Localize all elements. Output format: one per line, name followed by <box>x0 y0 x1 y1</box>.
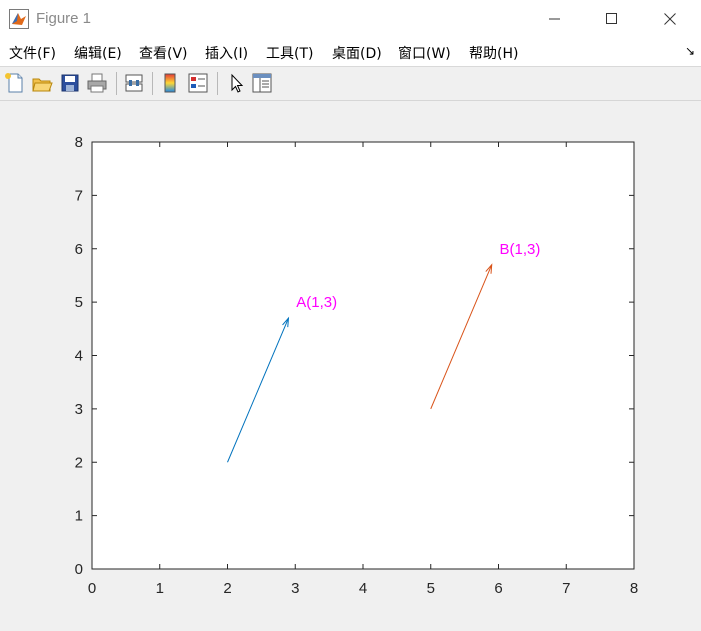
link-plot-icon[interactable] <box>123 72 145 94</box>
toolbar-separator <box>152 72 153 95</box>
toolbar <box>0 67 701 101</box>
x-tick-label: 3 <box>291 580 299 597</box>
point-label: A(1,3) <box>296 294 337 311</box>
window-title: Figure 1 <box>36 10 92 27</box>
menu-edit[interactable]: 编辑(E) <box>74 43 122 63</box>
minimize-icon <box>549 18 560 20</box>
menu-file[interactable]: 文件(F) <box>9 43 56 63</box>
menu-insert[interactable]: 插入(I) <box>205 43 248 63</box>
figure-window: Figure 1 文件(F) 编辑(E) 查看(V) 插入(I) 工具(T) 桌… <box>0 0 701 627</box>
property-inspector-icon[interactable] <box>251 72 273 94</box>
toolbar-separator <box>217 72 218 95</box>
y-tick-label: 6 <box>75 241 83 258</box>
colorbar-icon[interactable] <box>159 72 181 94</box>
x-tick-label: 4 <box>359 580 367 597</box>
title-bar[interactable]: Figure 1 <box>0 0 701 38</box>
y-tick-label: 5 <box>75 294 83 311</box>
y-tick-label: 0 <box>75 561 83 578</box>
pointer-icon[interactable] <box>225 72 247 94</box>
minimize-button[interactable] <box>532 0 578 38</box>
y-tick-label: 4 <box>75 348 83 365</box>
x-tick-label: 2 <box>223 580 231 597</box>
x-tick-label: 5 <box>427 580 435 597</box>
dock-arrow-icon[interactable]: ↘ <box>685 44 695 58</box>
point-label: B(1,3) <box>500 241 541 258</box>
x-tick-label: 6 <box>494 580 502 597</box>
close-button[interactable] <box>647 0 693 38</box>
y-tick-label: 1 <box>75 508 83 525</box>
x-tick-label: 0 <box>88 580 96 597</box>
new-figure-icon[interactable] <box>4 72 26 94</box>
y-tick-label: 2 <box>75 454 83 471</box>
menu-tools[interactable]: 工具(T) <box>266 43 313 63</box>
quiver-chart[interactable]: 0 1 2 3 4 5 6 7 8 0 1 2 3 4 5 6 7 8 A(1,3) B(1,3) <box>0 101 701 627</box>
maximize-button[interactable] <box>589 0 635 38</box>
figure-canvas: 0 1 2 3 4 5 6 7 8 0 1 2 3 4 5 6 7 8 A(1,3) B(1,3) <box>0 101 701 627</box>
x-tick-label: 1 <box>156 580 164 597</box>
print-icon[interactable] <box>86 72 108 94</box>
open-file-icon[interactable] <box>31 72 53 94</box>
y-tick-label: 7 <box>75 187 83 204</box>
y-tick-label: 3 <box>75 401 83 418</box>
menu-desktop[interactable]: 桌面(D) <box>332 43 382 63</box>
plot-area <box>92 142 634 569</box>
menu-view[interactable]: 查看(V) <box>139 43 188 63</box>
maximize-icon <box>606 13 617 24</box>
toolbar-separator <box>116 72 117 95</box>
x-tick-label: 7 <box>562 580 570 597</box>
x-tick-label: 8 <box>630 580 638 597</box>
close-icon <box>664 13 676 25</box>
matlab-icon <box>9 9 29 29</box>
menu-window[interactable]: 窗口(W) <box>398 43 451 63</box>
y-tick-label: 8 <box>75 134 83 151</box>
menu-help[interactable]: 帮助(H) <box>469 43 518 63</box>
save-icon[interactable] <box>59 72 81 94</box>
legend-icon[interactable] <box>187 72 209 94</box>
menu-bar: 文件(F) 编辑(E) 查看(V) 插入(I) 工具(T) 桌面(D) 窗口(W… <box>0 38 701 67</box>
